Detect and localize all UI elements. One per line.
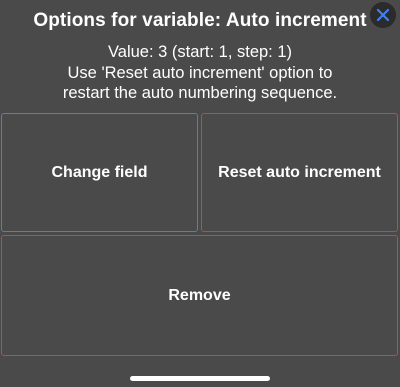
remove-button[interactable]: Remove [1,235,398,356]
remove-label: Remove [168,286,231,304]
hint-line-1: Use 'Reset auto increment' option to [67,63,333,82]
close-button[interactable] [370,2,396,28]
close-icon [376,8,390,22]
options-dialog: Options for variable: Auto increment Val… [0,0,400,387]
home-indicator[interactable] [130,376,270,381]
dialog-title: Options for variable: Auto increment [33,10,367,31]
value-line: Value: 3 (start: 1, step: 1) [107,43,293,61]
variable-info: Value: 3 (start: 1, step: 1) Use 'Reset … [0,42,400,104]
reset-auto-increment-label: Reset auto increment [218,163,381,181]
hint-line-2: restart the auto numbering sequence. [62,84,338,102]
reset-auto-increment-button[interactable]: Reset auto increment [201,113,398,232]
change-field-button[interactable]: Change field [1,113,198,232]
change-field-label: Change field [51,163,148,181]
